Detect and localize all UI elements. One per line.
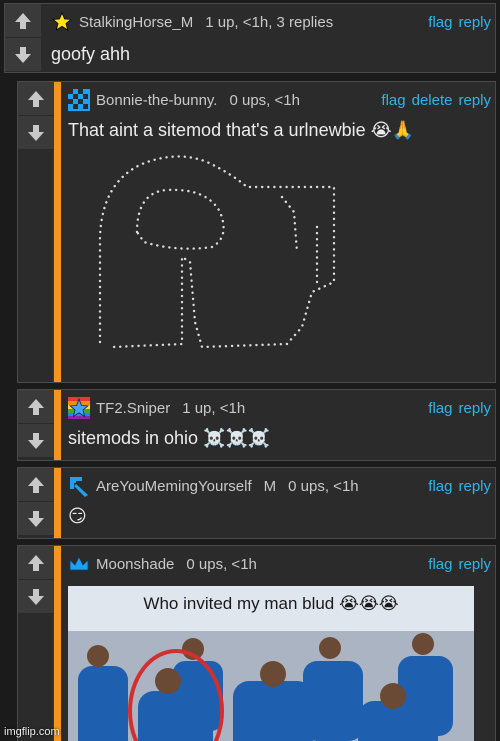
arrow-down-icon — [28, 432, 44, 449]
comment-text: goofy ahh — [51, 44, 131, 64]
mod-badge: M — [263, 477, 277, 495]
blue-arrow-avatar-icon[interactable] — [68, 475, 90, 497]
downvote-button[interactable] — [18, 502, 54, 536]
reply-link[interactable]: reply — [458, 400, 491, 417]
checkered-avatar-icon[interactable] — [68, 89, 90, 111]
comment-bonnie: Bonnie-the-bunny. 0 ups, <1h flag delete… — [17, 81, 496, 383]
reply-indent-bar — [54, 82, 61, 382]
username[interactable]: Bonnie-the-bunny. — [96, 92, 217, 109]
arrow-up-icon — [28, 398, 44, 415]
reply-indent-bar — [54, 546, 61, 741]
username[interactable]: Moonshade — [96, 556, 174, 573]
arrow-down-icon — [15, 46, 31, 63]
vote-count: 0 ups, <1h — [229, 91, 300, 109]
downvote-button[interactable] — [5, 38, 41, 72]
arrow-up-icon — [28, 90, 44, 107]
upvote-button[interactable] — [18, 390, 54, 424]
arrow-down-icon — [28, 510, 44, 527]
dotted-letter-r-art — [98, 155, 336, 349]
username[interactable]: TF2.Sniper — [96, 400, 170, 417]
meme-image[interactable]: Who invited my man blud 😭😭😭 — [68, 586, 474, 741]
delete-link[interactable]: delete — [412, 92, 453, 109]
upvote-button[interactable] — [18, 82, 54, 116]
upvote-button[interactable] — [18, 546, 54, 580]
reply-link[interactable]: reply — [458, 92, 491, 109]
comment-stalkinghorse: StalkingHorse_M 1 up, <1h, 3 replies fla… — [4, 3, 496, 73]
flag-link[interactable]: flag — [381, 92, 405, 109]
comment-moonshade: Moonshade 0 ups, <1h flag reply Who invi… — [17, 545, 496, 741]
reply-indent-bar — [54, 390, 61, 460]
vote-count: 1 up, <1h, 3 replies — [205, 13, 334, 31]
crown-icon[interactable] — [68, 553, 90, 575]
comment-tf2sniper: TF2.Sniper 1 up, <1h flag reply sitemods… — [17, 389, 496, 461]
downvote-button[interactable] — [18, 580, 54, 614]
vote-column — [18, 390, 54, 460]
flag-link[interactable]: flag — [428, 478, 452, 495]
vote-count: 0 ups, <1h — [288, 477, 359, 495]
flag-link[interactable]: flag — [428, 14, 452, 31]
rainbow-star-icon[interactable] — [68, 397, 90, 419]
comment-areyoumemingyourself: AreYouMemingYourself M 0 ups, <1h flag r… — [17, 467, 496, 539]
reply-link[interactable]: reply — [458, 478, 491, 495]
arrow-down-icon — [28, 124, 44, 141]
arrow-up-icon — [28, 554, 44, 571]
downvote-button[interactable] — [18, 424, 54, 458]
flag-link[interactable]: flag — [428, 556, 452, 573]
vote-count: 1 up, <1h — [182, 399, 246, 417]
comment-text: 😏 — [68, 506, 87, 526]
upvote-button[interactable] — [18, 468, 54, 502]
meme-caption: Who invited my man blud 😭😭😭 — [143, 594, 399, 613]
star-icon[interactable] — [51, 11, 73, 33]
watermark: imgflip.com — [4, 726, 60, 738]
comment-text: That aint a sitemod that's a urlnewbie 😭… — [68, 120, 415, 140]
arrow-up-icon — [15, 12, 31, 29]
vote-column — [18, 468, 54, 538]
vote-column — [18, 546, 54, 741]
username[interactable]: AreYouMemingYourself — [96, 478, 252, 495]
reply-link[interactable]: reply — [458, 14, 491, 31]
flag-link[interactable]: flag — [428, 400, 452, 417]
username[interactable]: StalkingHorse_M — [79, 14, 193, 31]
arrow-up-icon — [28, 476, 44, 493]
arrow-down-icon — [28, 588, 44, 605]
vote-column — [5, 4, 41, 72]
downvote-button[interactable] — [18, 116, 54, 150]
upvote-button[interactable] — [5, 4, 41, 38]
reply-indent-bar — [54, 468, 61, 538]
reply-link[interactable]: reply — [458, 556, 491, 573]
vote-column — [18, 82, 54, 382]
comment-text: sitemods in ohio ☠️☠️☠️ — [68, 428, 271, 448]
vote-count: 0 ups, <1h — [186, 555, 257, 573]
